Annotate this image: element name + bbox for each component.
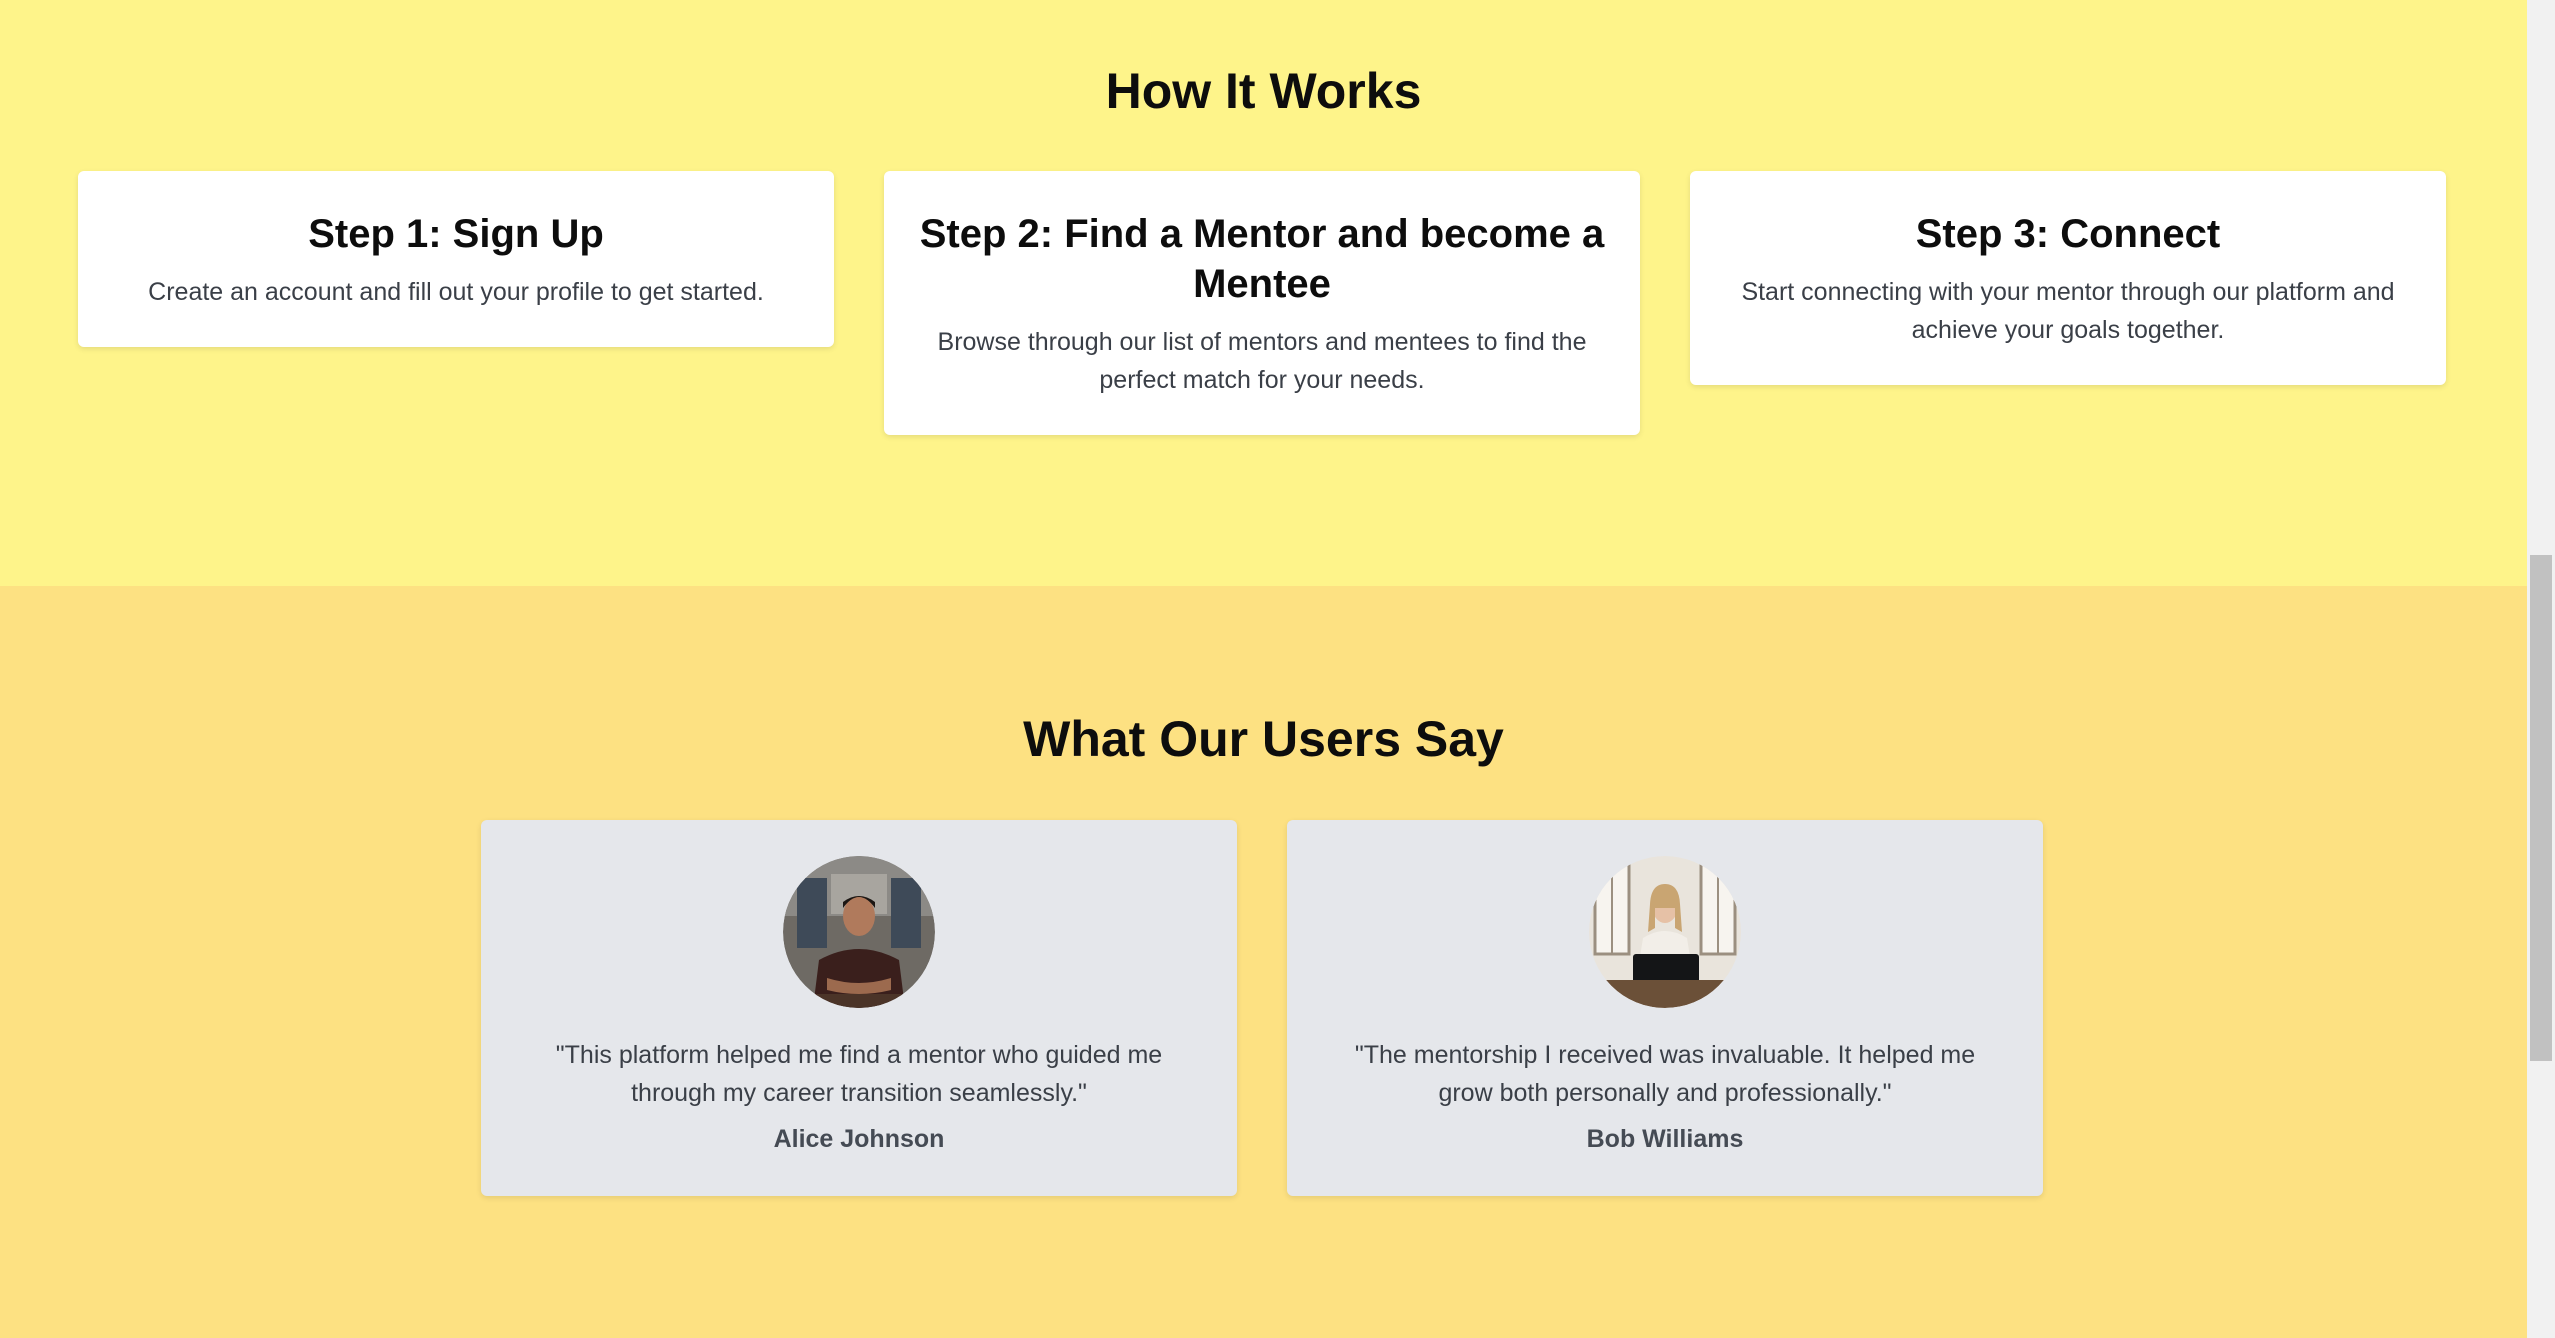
testimonials-title: What Our Users Say — [1023, 711, 1504, 767]
testimonial-card: "The mentorship I received was invaluabl… — [1287, 820, 2043, 1196]
step-title: Step 3: Connect — [1915, 212, 2221, 256]
testimonials-section: What Our Users Say "This platform helped… — [0, 586, 2527, 1338]
testimonial-card: "This platform helped me find a mentor w… — [481, 820, 1237, 1196]
avatar — [1589, 856, 1741, 1008]
how-it-works-title: How It Works — [1105, 63, 1422, 119]
scrollbar-thumb[interactable] — [2530, 555, 2552, 1061]
step-description: Browse through our list of mentors and m… — [937, 328, 1587, 394]
step-description: Create an account and fill out your prof… — [148, 278, 764, 306]
page-content: How It Works Step 1: Sign Up Create an a… — [0, 0, 2527, 1338]
step-card-find-mentor: Step 2: Find a Mentor and become a Mente… — [884, 171, 1640, 435]
testimonial-author: Alice Johnson — [773, 1125, 945, 1153]
step-card-connect: Step 3: Connect Start connecting with yo… — [1690, 171, 2446, 385]
testimonial-quote: "This platform helped me find a mentor w… — [555, 1041, 1163, 1107]
step-card-sign-up: Step 1: Sign Up Create an account and fi… — [78, 171, 834, 347]
vertical-scrollbar[interactable] — [2527, 0, 2555, 1338]
step-title: Step 2: Find a Mentor and become a Mente… — [919, 212, 1605, 306]
step-description: Start connecting with your mentor throug… — [1741, 278, 2395, 344]
avatar — [783, 856, 935, 1008]
how-it-works-section: How It Works Step 1: Sign Up Create an a… — [0, 0, 2527, 586]
page: How It Works Step 1: Sign Up Create an a… — [0, 0, 2555, 1338]
testimonial-quote: "The mentorship I received was invaluabl… — [1354, 1041, 1976, 1107]
step-title: Step 1: Sign Up — [308, 212, 604, 256]
testimonial-author: Bob Williams — [1586, 1125, 1744, 1153]
